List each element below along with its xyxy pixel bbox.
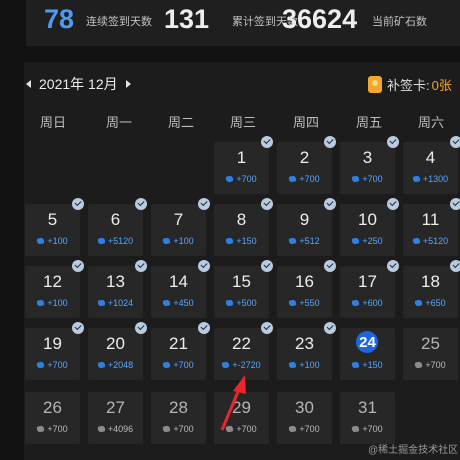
watermark: @稀土掘金技术社区 [368,445,459,456]
arrow-shaft [220,386,242,431]
arrow-head [233,375,246,394]
red-arrow-annotation [220,375,246,431]
